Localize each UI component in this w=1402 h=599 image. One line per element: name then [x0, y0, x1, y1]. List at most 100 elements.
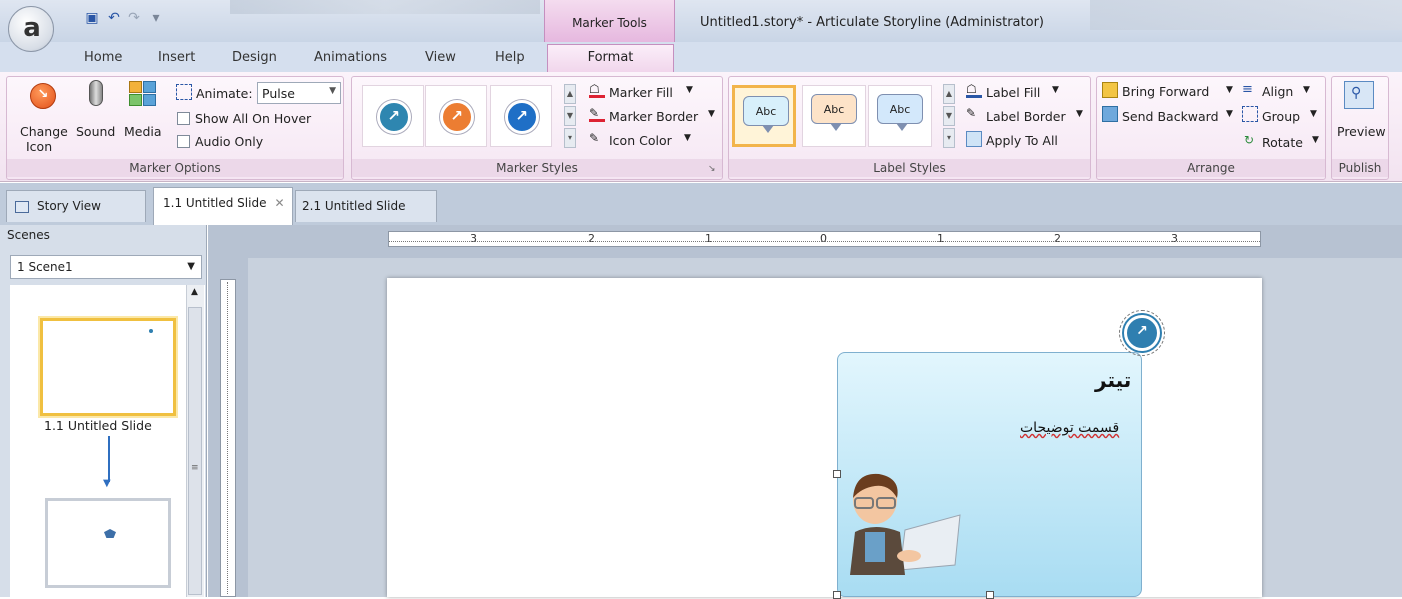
- story-view-label: Story View: [37, 199, 101, 213]
- save-icon[interactable]: ▣: [84, 10, 100, 26]
- chevron-down-icon[interactable]: ▼: [1310, 109, 1317, 119]
- tab-slide-2-1[interactable]: 2.1 Untitled Slide: [295, 190, 437, 222]
- microphone-icon[interactable]: [89, 80, 103, 106]
- tab-story-view[interactable]: Story View: [6, 190, 146, 222]
- ribbon-tab-row: [0, 42, 1402, 72]
- audio-only-checkbox[interactable]: [177, 135, 190, 148]
- sound-button[interactable]: Sound: [76, 124, 115, 139]
- bring-forward-button[interactable]: Bring Forward: [1122, 84, 1209, 99]
- marker-style-swatch[interactable]: [425, 85, 487, 147]
- tab-home[interactable]: Home: [84, 50, 122, 65]
- tab-design[interactable]: Design: [232, 50, 277, 65]
- animate-label: Animate:: [196, 86, 253, 101]
- gallery-more[interactable]: ▾: [943, 128, 955, 148]
- chevron-down-icon[interactable]: ▼: [1312, 135, 1319, 145]
- close-icon[interactable]: ✕: [274, 196, 284, 210]
- animate-select-value: Pulse: [262, 86, 295, 101]
- chevron-down-icon[interactable]: ▼: [1303, 85, 1310, 95]
- callout-title[interactable]: تیتر: [1095, 368, 1131, 392]
- align-button[interactable]: Align: [1262, 84, 1293, 99]
- label-border-button[interactable]: Label Border: [986, 109, 1066, 124]
- marker-circle-icon: [440, 100, 474, 134]
- group-button[interactable]: Group: [1262, 109, 1300, 124]
- marker-fill-button[interactable]: Marker Fill: [609, 85, 673, 100]
- tab-format[interactable]: Format: [547, 44, 674, 72]
- audio-only-label: Audio Only: [195, 134, 264, 149]
- pencil-icon: ✎: [589, 131, 600, 145]
- window-title: Untitled1.story* - Articulate Storyline …: [700, 15, 1044, 30]
- chevron-down-icon[interactable]: ▼: [684, 133, 691, 143]
- label-style-swatch[interactable]: Abc: [868, 85, 932, 147]
- customize-qat-icon[interactable]: ▾: [148, 10, 164, 26]
- tab-view[interactable]: View: [425, 50, 456, 65]
- label-style-bubble: Abc: [811, 94, 857, 131]
- slide-thumbnail-2-1[interactable]: [45, 498, 171, 588]
- resize-handle[interactable]: [833, 591, 841, 599]
- change-icon-icon[interactable]: ↘: [30, 83, 56, 109]
- ruler-mark: 0: [820, 232, 827, 245]
- gallery-scroll-up[interactable]: ▲: [564, 84, 576, 104]
- rotate-button[interactable]: Rotate: [1262, 135, 1303, 150]
- icon-color-button[interactable]: Icon Color: [609, 133, 672, 148]
- ruler-mark: 1: [937, 232, 944, 245]
- group-label: Label Styles: [729, 159, 1090, 177]
- tab-animations[interactable]: Animations: [314, 50, 387, 65]
- bring-forward-icon: [1102, 82, 1118, 98]
- change-icon-button-line2[interactable]: Icon: [26, 139, 52, 154]
- marker-tools-context-header: Marker Tools: [544, 0, 675, 42]
- label-style-bubble: Abc: [877, 94, 923, 131]
- tab-insert[interactable]: Insert: [158, 50, 195, 65]
- label-style-swatch[interactable]: Abc: [732, 85, 796, 147]
- label-fill-button[interactable]: Label Fill: [986, 85, 1040, 100]
- tab-help[interactable]: Help: [495, 50, 525, 65]
- gallery-more[interactable]: ▾: [564, 128, 576, 148]
- undo-icon[interactable]: ↶: [106, 10, 122, 26]
- group-label: Arrange: [1097, 159, 1325, 177]
- dialog-launcher-icon[interactable]: ↘: [708, 164, 716, 174]
- slide-thumbnail-1-1[interactable]: [40, 318, 176, 416]
- scene-select-value: 1 Scene1: [17, 260, 73, 274]
- resize-handle[interactable]: [833, 470, 841, 478]
- chevron-down-icon[interactable]: ▼: [1076, 109, 1083, 119]
- scroll-up-icon[interactable]: ▲: [191, 287, 198, 297]
- change-icon-button[interactable]: Change: [20, 124, 68, 139]
- redo-icon[interactable]: ↷: [126, 10, 142, 26]
- marker-style-swatch[interactable]: [362, 85, 424, 147]
- gallery-scroll-up[interactable]: ▲: [943, 84, 955, 104]
- media-icon[interactable]: [129, 81, 157, 107]
- ruler-mark: 3: [470, 232, 477, 245]
- gallery-scroll-down[interactable]: ▼: [943, 106, 955, 126]
- slide-2-1-label: 2.1 Untitled Slide: [302, 199, 406, 213]
- apply-all-icon: [966, 131, 982, 147]
- chevron-down-icon[interactable]: ▼: [1052, 85, 1059, 95]
- tab-slide-1-1[interactable]: 1.1 Untitled Slide ✕: [153, 187, 293, 225]
- preview-button[interactable]: Preview: [1337, 124, 1386, 139]
- marker-border-button[interactable]: Marker Border: [609, 109, 698, 124]
- scene-select[interactable]: 1 Scene1 ▼: [10, 255, 202, 279]
- apply-to-all-button[interactable]: Apply To All: [986, 133, 1058, 148]
- gallery-scroll-down[interactable]: ▼: [564, 106, 576, 126]
- callout-body[interactable]: قسمت توضیحات: [1020, 420, 1119, 436]
- chevron-down-icon[interactable]: ▼: [686, 85, 693, 95]
- send-backward-icon: [1102, 106, 1118, 122]
- marker-style-swatch[interactable]: [490, 85, 552, 147]
- animate-select[interactable]: Pulse ▼: [257, 82, 341, 104]
- app-menu-button[interactable]: a: [8, 6, 54, 52]
- story-view-icon: [15, 200, 29, 213]
- scrollbar-thumb[interactable]: [188, 307, 202, 595]
- chevron-down-icon[interactable]: ▼: [1226, 85, 1233, 95]
- chevron-down-icon: ▼: [187, 261, 195, 272]
- chevron-down-icon[interactable]: ▼: [1226, 109, 1233, 119]
- resize-handle[interactable]: [986, 591, 994, 599]
- horizontal-ruler: 3 2 1 0 1 2 3: [388, 231, 1261, 247]
- label-style-swatch[interactable]: Abc: [802, 85, 866, 147]
- chevron-down-icon[interactable]: ▼: [708, 109, 715, 119]
- show-all-on-hover-checkbox[interactable]: [177, 112, 190, 125]
- media-button[interactable]: Media: [124, 124, 162, 139]
- thumbnails-scrollbar[interactable]: ▲ ≡: [186, 285, 204, 597]
- preview-icon[interactable]: ⚲: [1344, 81, 1374, 109]
- send-backward-button[interactable]: Send Backward: [1122, 109, 1219, 124]
- ruler-mark: 2: [588, 232, 595, 245]
- vertical-ruler: [220, 279, 236, 597]
- marker-button[interactable]: ↗: [1124, 315, 1160, 351]
